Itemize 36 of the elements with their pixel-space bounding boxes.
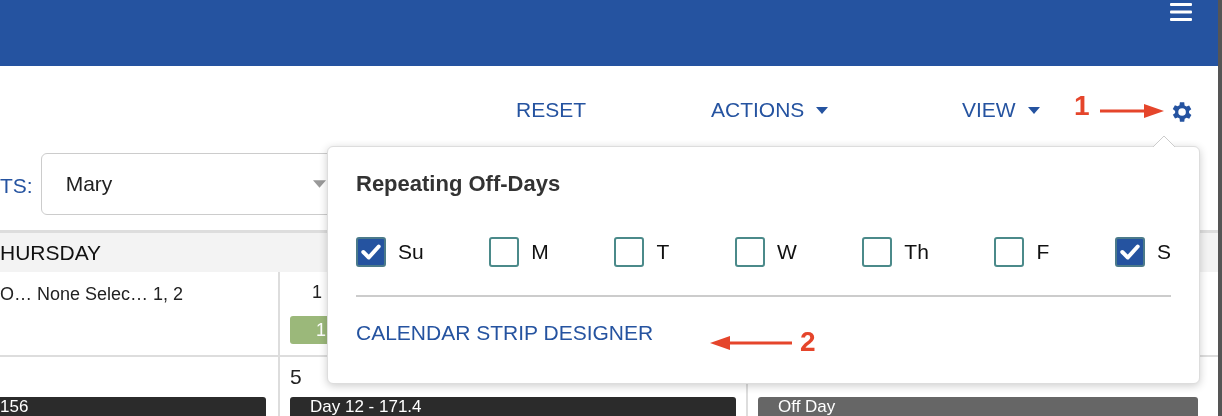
date-number: 1 [312,282,322,303]
day-header: HURSDAY [0,240,102,265]
dropdown-button[interactable]: VIEW [962,98,1040,122]
dropdown-button[interactable]: ACTIONS [711,98,829,122]
check-icon [360,241,382,263]
checkbox[interactable] [862,237,893,267]
filter-label: TS: [0,174,33,198]
checkbox-label: F [1036,240,1050,264]
checkbox-label: Th [904,240,929,264]
caret-icon [312,180,326,188]
checkbox[interactable] [614,237,645,267]
checkbox-label: T [656,240,670,264]
calendar-event[interactable]: 156 [0,397,266,416]
calendar-event[interactable]: Day 12 - 171.4 [290,397,736,416]
checkbox[interactable] [489,237,520,267]
checkbox[interactable] [1114,237,1145,267]
checkbox[interactable] [734,237,765,267]
check-icon [1118,241,1141,263]
caret-icon [816,106,829,114]
annotation-number: 2 [800,326,816,358]
calendar-event[interactable]: Off Day [758,397,1198,416]
date-number: 5 [290,365,302,389]
checkbox[interactable] [994,237,1025,267]
annotation-arrow [1100,103,1164,119]
text-button[interactable]: RESET [516,98,586,122]
cell-text: O… None Selec… 1, 2 [0,284,184,305]
checkbox-label: S [1156,240,1171,264]
menu-icon[interactable] [1170,2,1192,22]
caret-icon [1027,106,1040,114]
popover-title: Repeating Off-Days [356,171,562,197]
checkbox-label: W [776,240,797,264]
checkbox[interactable] [356,237,386,267]
checkbox-label: Su [398,240,424,264]
designer-link[interactable]: CALENDAR STRIP DESIGNER [356,321,654,345]
annotation-number: 1 [1074,90,1090,122]
checkbox-label: M [531,240,549,264]
